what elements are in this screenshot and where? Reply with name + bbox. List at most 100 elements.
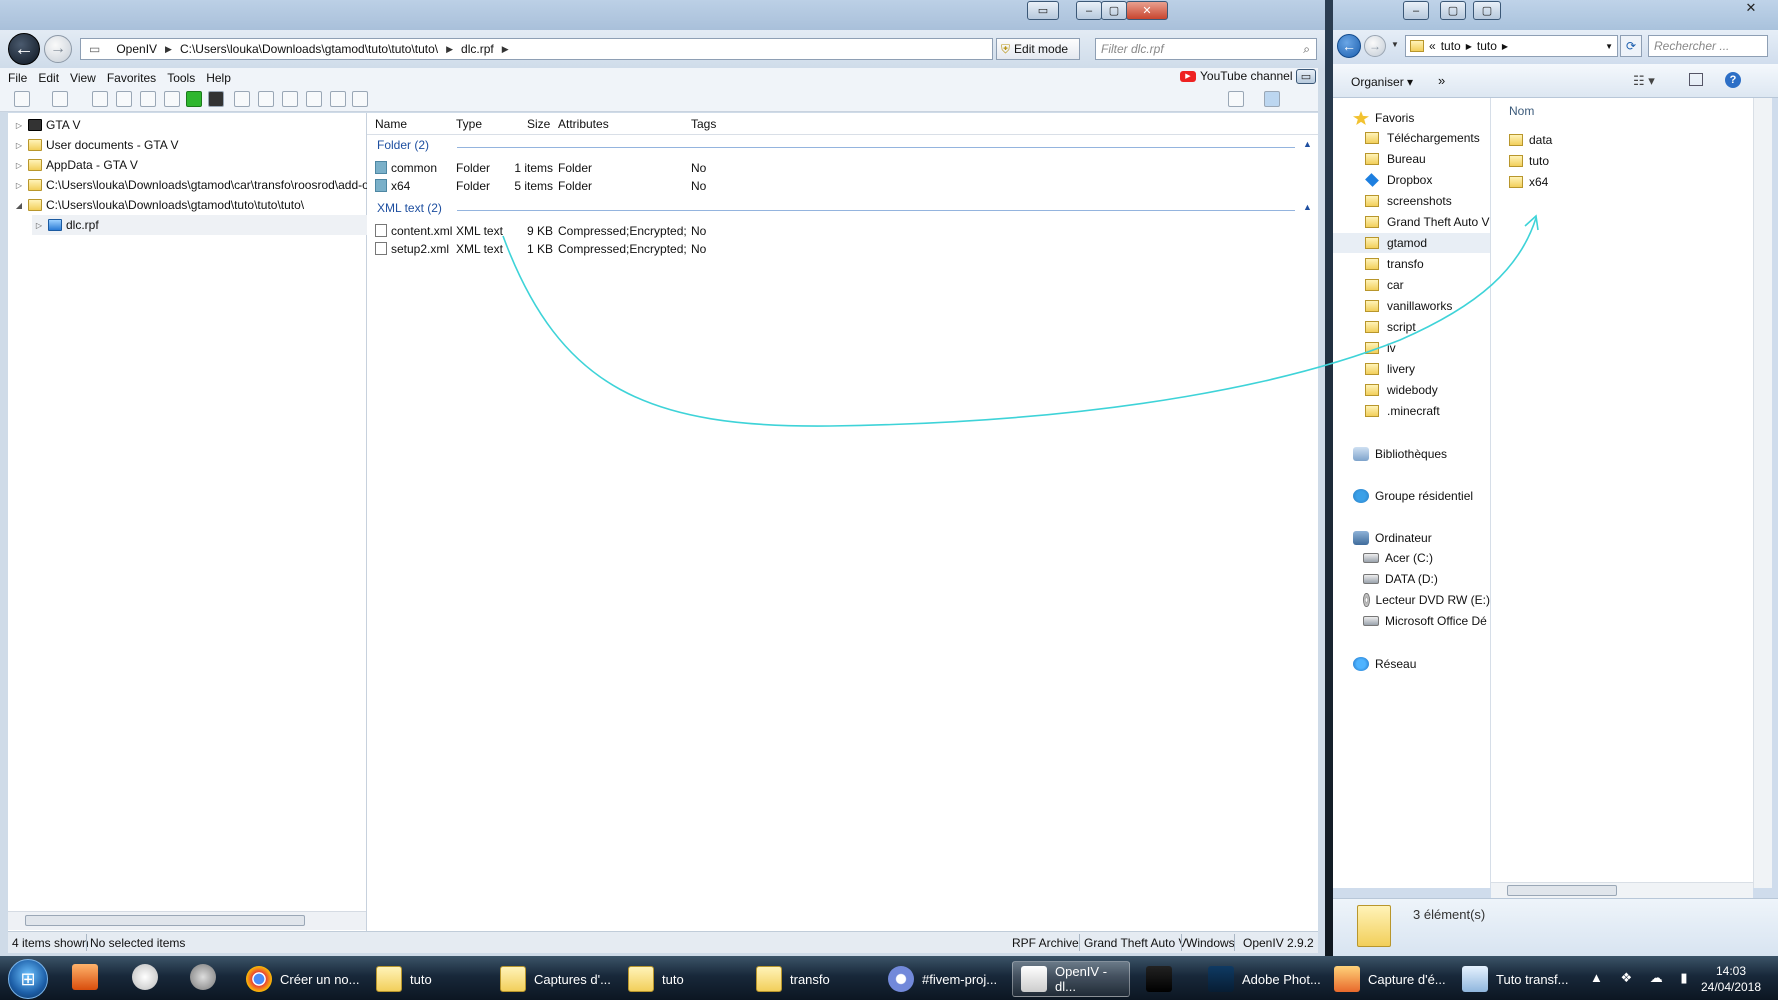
tree-item[interactable]: ▷ User documents - GTA V [12, 135, 179, 155]
horizontal-scrollbar[interactable] [1491, 882, 1753, 899]
menu-favorites[interactable]: Favorites [107, 71, 156, 85]
nav-item[interactable]: widebody [1333, 380, 1490, 400]
taskbar-button[interactable]: transfo [748, 961, 872, 997]
new-file-icon[interactable] [14, 91, 30, 107]
scroll-thumb[interactable] [1507, 885, 1617, 896]
address-bar[interactable]: « tuto ▶ tuto ▶ ▼ [1405, 35, 1618, 57]
chart-icon[interactable] [164, 91, 180, 107]
star-icon[interactable] [116, 91, 132, 107]
menu-file[interactable]: File [8, 71, 27, 85]
collapse-group-icon[interactable]: ▲ [1303, 139, 1312, 149]
chevron-right-icon[interactable]: ▶ [1466, 42, 1472, 51]
refresh-button[interactable]: ⟳ [1620, 35, 1642, 57]
taskbar-button[interactable]: #fivem-proj... [880, 961, 1004, 997]
system-tray[interactable]: ▲ ❖ ☁ ▮ [1590, 970, 1695, 986]
chevron-right-icon[interactable]: ▶ [502, 44, 509, 55]
list-item[interactable]: tuto [1509, 151, 1549, 171]
maximize-button[interactable]: ▢ [1101, 1, 1127, 20]
nav-item[interactable]: DATA (D:) [1333, 569, 1490, 589]
taskbar-button[interactable]: Tuto transf... [1454, 961, 1578, 997]
pinned-app-icon[interactable] [72, 964, 98, 990]
filter-input[interactable]: Filter dlc.rpf ⌕ [1095, 38, 1317, 60]
column-tags[interactable]: Tags [691, 117, 716, 131]
search-icon[interactable] [234, 91, 250, 107]
expander-icon[interactable]: ▷ [32, 221, 46, 230]
save-icon[interactable] [208, 91, 224, 107]
organize-button[interactable]: Organiser ▾ [1351, 75, 1413, 89]
view-list-icon[interactable] [1228, 91, 1244, 107]
nav-item[interactable]: iv [1333, 338, 1490, 358]
nav-item[interactable]: Acer (C:) [1333, 548, 1490, 568]
table-row[interactable]: x64 Folder 5 items Folder No [371, 177, 1311, 195]
nav-item[interactable]: Favoris [1333, 108, 1490, 128]
nav-item[interactable]: Dropbox [1333, 170, 1490, 190]
address-bar[interactable]: ▭ OpenIV ▶ C:\Users\louka\Downloads\gtam… [80, 38, 993, 60]
forward-button[interactable]: → [1364, 35, 1386, 57]
image-icon[interactable] [140, 91, 156, 107]
table-row[interactable]: content.xml XML text 9 KB Compressed;Encryp… [371, 222, 1311, 240]
forward-button[interactable]: → [44, 35, 72, 63]
youtube-channel-link[interactable]: ▶ YouTube channel [1180, 69, 1293, 83]
new-folder-icon[interactable] [52, 91, 68, 107]
taskbar-button[interactable]: Captures d'... [492, 961, 616, 997]
nav-item[interactable]: .minecraft [1333, 401, 1490, 421]
pinned-app-icon[interactable] [190, 964, 216, 990]
chevron-right-icon[interactable]: ▶ [165, 44, 172, 55]
nav-item[interactable]: Bibliothèques [1333, 444, 1490, 464]
tree-item[interactable]: ◢ C:\Users\louka\Downloads\gtamod\tuto\tu… [12, 195, 304, 215]
group-header[interactable]: Folder (2) [377, 138, 429, 152]
minimize-button[interactable]: – [1403, 1, 1429, 20]
preview-pane-icon[interactable] [1264, 91, 1280, 107]
address-segment[interactable]: tuto [1477, 39, 1497, 53]
nav-item[interactable]: Lecteur DVD RW (E:) [1333, 590, 1490, 610]
column-size[interactable]: Size [527, 117, 550, 131]
menu-help[interactable]: Help [206, 71, 231, 85]
table-row[interactable]: common Folder 1 items Folder No [371, 159, 1311, 177]
taskbar-button[interactable]: Adobe Phot... [1200, 961, 1322, 997]
restore-layout-button[interactable]: ▭ [1027, 1, 1059, 20]
menu-tools[interactable]: Tools [167, 71, 195, 85]
column-attributes[interactable]: Attributes [558, 117, 609, 131]
export-icon[interactable] [330, 91, 346, 107]
expander-icon[interactable]: ◢ [12, 201, 26, 210]
expander-icon[interactable]: ▷ [12, 181, 26, 190]
other-window-button[interactable]: ▢ [1473, 1, 1501, 20]
scroll-thumb[interactable] [25, 915, 305, 926]
refresh-icon[interactable] [92, 91, 108, 107]
view-options-icon[interactable]: ☷ ▾ [1633, 73, 1655, 89]
collapse-group-icon[interactable]: ▲ [1303, 202, 1312, 212]
chevron-right-icon[interactable]: ▶ [446, 44, 453, 55]
nav-item[interactable]: Grand Theft Auto V [1333, 212, 1490, 232]
address-segment[interactable]: C:\Users\louka\Downloads\gtamod\tuto\tut… [172, 42, 446, 56]
back-button[interactable]: ← [8, 33, 40, 65]
explorer-titlebar[interactable]: – ▢ ▢ ✕ [1333, 0, 1778, 30]
chevron-down-icon[interactable]: ▼ [1605, 42, 1613, 51]
list-item[interactable]: x64 [1509, 172, 1548, 192]
import-icon[interactable] [306, 91, 322, 107]
search-icon[interactable]: ⌕ [1303, 42, 1310, 57]
nav-item[interactable]: Bureau [1333, 149, 1490, 169]
menu-view[interactable]: View [70, 71, 96, 85]
expander-icon[interactable]: ▷ [12, 161, 26, 170]
taskbar-button[interactable]: Capture d'é... [1326, 961, 1448, 997]
more-commands-button[interactable]: » [1438, 73, 1445, 88]
nav-item[interactable]: screenshots [1333, 191, 1490, 211]
openiv-titlebar[interactable]: ▭ – ▢ ✕ [0, 0, 1325, 30]
tree-item[interactable]: ▷ AppData - GTA V [12, 155, 138, 175]
minimize-button[interactable]: – [1076, 1, 1102, 20]
expander-icon[interactable]: ▷ [12, 141, 26, 150]
address-segment[interactable]: dlc.rpf [453, 42, 502, 56]
close-button[interactable]: ✕ [1126, 1, 1168, 20]
maximize-button[interactable]: ▢ [1440, 1, 1466, 20]
column-name[interactable]: Name [375, 117, 407, 131]
taskbar-button[interactable]: tuto [368, 961, 486, 997]
settings-icon[interactable] [352, 91, 368, 107]
group-header[interactable]: XML text (2) [377, 201, 442, 215]
panel-toggle-button[interactable]: ▭ [1296, 69, 1316, 84]
address-segment[interactable]: « [1429, 39, 1436, 53]
nav-item[interactable]: livery [1333, 359, 1490, 379]
taskbar-button[interactable]: Créer un no... [238, 961, 362, 997]
back-button[interactable]: ← [1337, 34, 1361, 58]
column-name[interactable]: Nom [1509, 104, 1534, 118]
address-segment[interactable]: OpenIV [108, 42, 165, 56]
